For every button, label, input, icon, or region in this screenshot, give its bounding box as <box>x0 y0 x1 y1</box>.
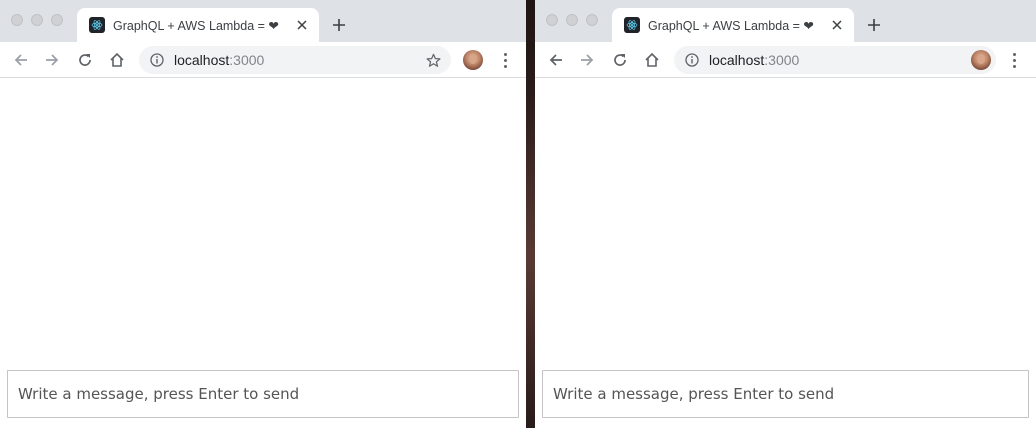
kebab-menu-icon[interactable] <box>1004 50 1024 70</box>
avatar[interactable] <box>971 50 991 70</box>
page-content <box>0 79 526 428</box>
tab-title: GraphQL + AWS Lambda = ❤ <box>113 18 279 33</box>
message-input[interactable] <box>542 370 1029 418</box>
react-logo-icon <box>89 17 105 33</box>
reload-icon[interactable] <box>73 48 97 72</box>
url-port: :3000 <box>229 52 265 68</box>
plus-icon[interactable] <box>862 13 886 37</box>
star-icon[interactable] <box>423 50 443 70</box>
arrow-back-icon[interactable] <box>9 48 33 72</box>
info-icon[interactable] <box>148 51 166 69</box>
avatar[interactable] <box>463 50 483 70</box>
window-controls <box>546 14 598 26</box>
tab-strip: GraphQL + AWS Lambda = ❤ <box>535 0 1036 42</box>
kebab-menu-icon[interactable] <box>495 50 515 70</box>
arrow-forward-icon[interactable] <box>40 48 64 72</box>
message-input[interactable] <box>7 370 519 418</box>
arrow-back-icon[interactable] <box>544 48 568 72</box>
close-icon[interactable] <box>291 14 313 36</box>
url-host: localhost <box>174 52 230 68</box>
home-icon[interactable] <box>640 48 664 72</box>
plus-icon[interactable] <box>327 13 351 37</box>
minimize-window-button[interactable] <box>566 14 578 26</box>
tab-strip: GraphQL + AWS Lambda = ❤ <box>0 0 526 42</box>
tab-title: GraphQL + AWS Lambda = ❤ <box>648 18 814 33</box>
browser-tab[interactable]: GraphQL + AWS Lambda = ❤ <box>77 8 319 42</box>
minimize-window-button[interactable] <box>31 14 43 26</box>
toolbar: localhost:3000 <box>535 42 1036 78</box>
url-text: localhost:3000 <box>174 52 264 68</box>
reload-icon[interactable] <box>608 48 632 72</box>
home-icon[interactable] <box>105 48 129 72</box>
zoom-window-button[interactable] <box>586 14 598 26</box>
toolbar: localhost:3000 <box>0 42 526 78</box>
close-icon[interactable] <box>826 14 848 36</box>
close-window-button[interactable] <box>11 14 23 26</box>
close-window-button[interactable] <box>546 14 558 26</box>
address-bar[interactable]: localhost:3000 <box>674 46 996 74</box>
zoom-window-button[interactable] <box>51 14 63 26</box>
browser-tab[interactable]: GraphQL + AWS Lambda = ❤ <box>612 8 854 42</box>
url-port: :3000 <box>764 52 800 68</box>
url-host: localhost <box>709 52 765 68</box>
arrow-forward-icon[interactable] <box>575 48 599 72</box>
address-bar[interactable]: localhost:3000 <box>139 46 451 74</box>
window-controls <box>11 14 63 26</box>
react-logo-icon <box>624 17 640 33</box>
info-icon[interactable] <box>683 51 701 69</box>
page-content <box>535 79 1036 428</box>
browser-window-left: GraphQL + AWS Lambda = ❤ localhost:3000 <box>0 0 526 428</box>
url-text: localhost:3000 <box>709 52 799 68</box>
browser-window-right: GraphQL + AWS Lambda = ❤ localhost:3000 <box>535 0 1036 428</box>
desktop-background <box>526 0 535 428</box>
